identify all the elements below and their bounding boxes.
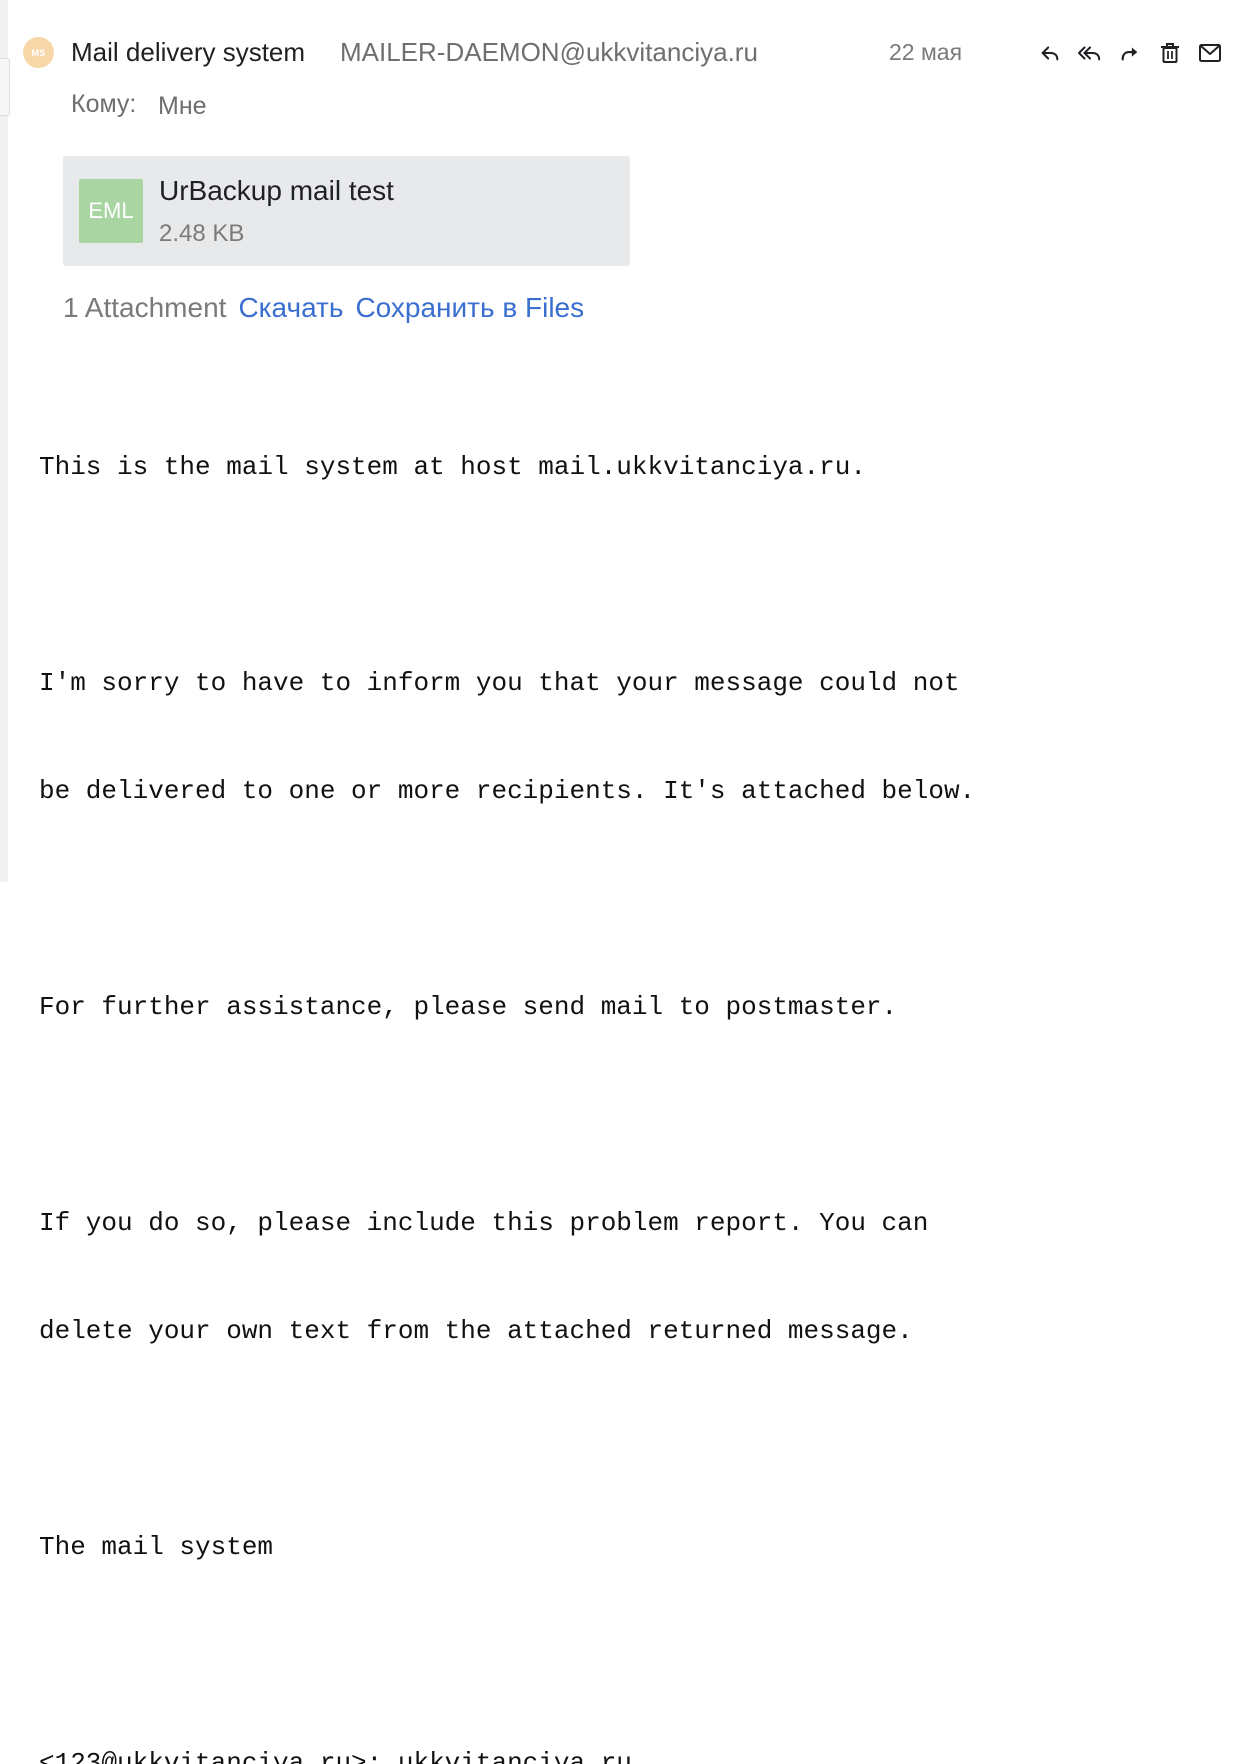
body-line: The mail system <box>39 1532 274 1562</box>
reply-icon <box>1041 46 1059 61</box>
attachment-card[interactable]: EML UrBackup mail test 2.48 KB <box>63 156 630 266</box>
mail-icon <box>1199 44 1221 62</box>
message-date: 22 мая <box>889 39 963 65</box>
sender-name[interactable]: Mail delivery system <box>71 37 305 68</box>
attachment-size: 2.48 KB <box>159 220 245 247</box>
reply-all-button[interactable] <box>1076 40 1104 66</box>
forward-icon <box>1121 47 1138 61</box>
body-line <box>39 1637 975 1673</box>
attachment-actions: 1 Attachment Скачать Сохранить в Files <box>63 292 584 324</box>
file-type-label: EML <box>88 198 134 223</box>
attachment-name: UrBackup mail test <box>159 175 394 206</box>
body-line: If you do so, please include this proble… <box>39 1208 929 1238</box>
trash-icon <box>1161 43 1179 63</box>
reply-all-icon <box>1077 46 1101 61</box>
save-to-files-link[interactable]: Сохранить в Files <box>355 292 584 323</box>
sender-email[interactable]: MAILER-DAEMON@ukkvitanciya.ru <box>340 37 758 68</box>
reply-button[interactable] <box>1036 40 1064 66</box>
left-panel-edge <box>0 0 8 882</box>
recipient-label: Кому: <box>71 90 137 118</box>
forward-button[interactable] <box>1116 40 1144 66</box>
delete-button[interactable] <box>1156 40 1184 66</box>
body-line <box>39 881 975 917</box>
body-line: This is the mail system at host mail.ukk… <box>39 452 866 482</box>
sender-avatar: MS <box>23 37 54 68</box>
recipient-value: Мне <box>158 92 207 120</box>
body-line <box>39 1097 975 1133</box>
body-line: I'm sorry to have to inform you that you… <box>39 668 960 698</box>
collapse-panel-handle[interactable] <box>0 58 10 116</box>
body-line <box>39 557 975 593</box>
attachment-count: 1 Attachment <box>63 292 227 323</box>
avatar-initials: MS <box>31 47 46 58</box>
download-link[interactable]: Скачать <box>238 292 343 323</box>
body-line: be delivered to one or more recipients. … <box>39 776 976 806</box>
message-toolbar <box>1036 40 1224 66</box>
body-line: <123@ukkvitanciya.ru>: ukkvitanciya.ru <box>39 1748 632 1764</box>
message-body: This is the mail system at host mail.ukk… <box>39 377 975 1764</box>
body-line <box>39 1421 975 1457</box>
mark-unread-button[interactable] <box>1196 40 1224 66</box>
body-line: For further assistance, please send mail… <box>39 992 898 1022</box>
eml-file-icon: EML <box>79 179 143 243</box>
body-line: delete your own text from the attached r… <box>39 1316 913 1346</box>
